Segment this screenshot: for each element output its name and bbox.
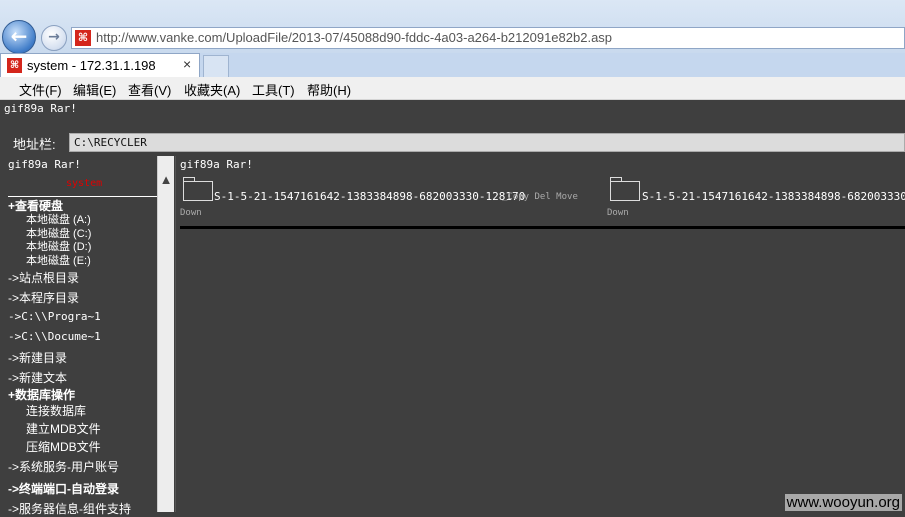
sidebar-user: system xyxy=(66,178,103,189)
chevron-up-icon[interactable]: ▲ xyxy=(158,170,174,190)
menu-tools[interactable]: 工具(T) xyxy=(252,80,295,99)
sidebar-item-create-mdb[interactable]: 建立MDB文件 xyxy=(26,420,101,437)
sidebar-item-compact-mdb[interactable]: 压缩MDB文件 xyxy=(26,438,101,455)
arrow-right-icon: → xyxy=(48,29,60,45)
file-list-panel xyxy=(175,156,905,512)
browser-address-bar[interactable]: ⌘ http://www.vanke.com/UploadFile/2013-0… xyxy=(71,27,905,49)
address-label: 地址栏: xyxy=(13,137,56,152)
folder-icon[interactable] xyxy=(610,177,640,201)
sidebar-item-documents[interactable]: ->C:\\Docume~1 xyxy=(8,330,101,343)
sidebar-item-connect-db[interactable]: 连接数据库 xyxy=(26,402,86,419)
file-name[interactable]: S-1-5-21-1547161642-1383384898-682003330… xyxy=(642,190,905,203)
url-text[interactable]: http://www.vanke.com/UploadFile/2013-07/… xyxy=(96,30,612,45)
folder-icon[interactable] xyxy=(183,177,213,201)
sidebar-item-site-root[interactable]: ->站点根目录 xyxy=(8,269,79,286)
sidebar-header: gif89a Rar! xyxy=(8,158,81,171)
menu-favorites[interactable]: 收藏夹(A) xyxy=(184,80,240,99)
browser-nav-bar: ← → ⌘ http://www.vanke.com/UploadFile/20… xyxy=(0,0,905,54)
page-top-text: gif89a Rar! xyxy=(4,102,77,115)
arrow-left-icon: ← xyxy=(10,24,28,48)
menu-edit[interactable]: 编辑(E) xyxy=(73,80,116,99)
sidebar-scrollbar[interactable]: ▲ xyxy=(157,156,174,512)
menu-file[interactable]: 文件(F) xyxy=(19,80,62,99)
forward-button[interactable]: → xyxy=(41,25,67,51)
tab-system[interactable]: ⌘ system - 172.31.1.198 × xyxy=(0,53,200,77)
sidebar-item-new-dir[interactable]: ->新建目录 xyxy=(8,349,67,366)
watermark: www.wooyun.org xyxy=(784,494,902,511)
file-name[interactable]: S-1-5-21-1547161642-1383384898-682003330… xyxy=(214,190,525,203)
sidebar-item-server-info[interactable]: ->服务器信息-组件支持 xyxy=(8,500,131,517)
menu-bar: 文件(F) 编辑(E) 查看(V) 收藏夹(A) 工具(T) 帮助(H) xyxy=(0,77,905,100)
sidebar-item-disk-e[interactable]: 本地磁盘 (E:) xyxy=(26,252,91,268)
sidebar-item-program-dir[interactable]: ->本程序目录 xyxy=(8,289,79,306)
sidebar-item-database[interactable]: +数据库操作 xyxy=(8,386,75,403)
site-favicon-icon: ⌘ xyxy=(75,30,91,46)
divider xyxy=(180,226,905,229)
file-actions[interactable]: _Copy Del Move xyxy=(502,192,578,202)
tab-favicon-icon: ⌘ xyxy=(7,58,22,73)
sidebar-item-program-files[interactable]: ->C:\\Progra~1 xyxy=(8,310,101,323)
new-tab-button[interactable] xyxy=(203,55,229,77)
tab-title: system - 172.31.1.198 xyxy=(27,58,156,73)
path-input[interactable]: C:\RECYCLER xyxy=(69,133,905,152)
sidebar-item-new-file[interactable]: ->新建文本 xyxy=(8,369,67,386)
tab-strip: ⌘ system - 172.31.1.198 × xyxy=(0,53,905,77)
sidebar-item-terminal[interactable]: ->终端端口-自动登录 xyxy=(8,480,119,497)
back-button[interactable]: ← xyxy=(2,20,36,54)
main-header: gif89a Rar! xyxy=(180,158,253,171)
file-download-link[interactable]: Down xyxy=(180,208,202,218)
file-download-link[interactable]: Down xyxy=(607,208,629,218)
sidebar-item-services[interactable]: ->系统服务-用户账号 xyxy=(8,458,119,475)
menu-view[interactable]: 查看(V) xyxy=(128,80,171,99)
close-tab-icon[interactable]: × xyxy=(183,56,191,72)
menu-help[interactable]: 帮助(H) xyxy=(307,80,351,99)
